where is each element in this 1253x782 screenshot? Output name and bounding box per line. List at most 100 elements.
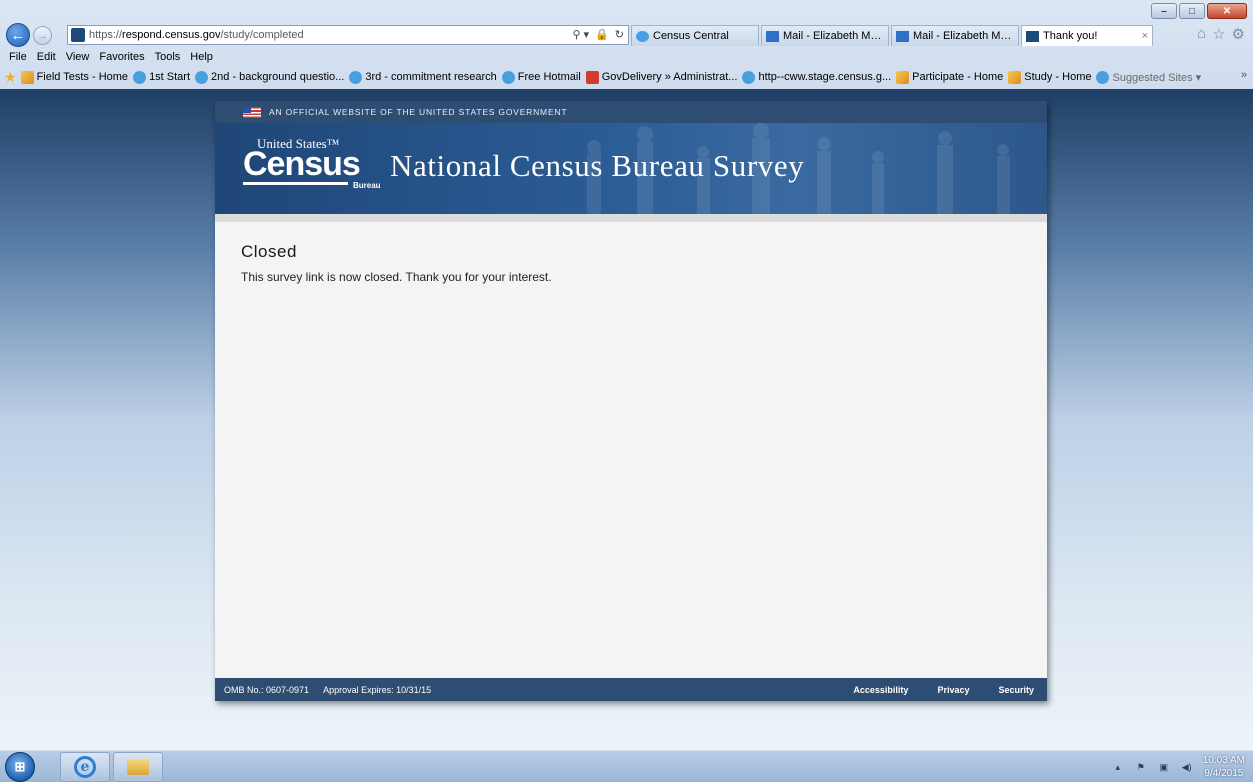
tab-thank-you[interactable]: Thank you! × — [1021, 25, 1153, 46]
ie-icon — [133, 70, 147, 84]
grid-icon — [1008, 70, 1022, 84]
footer-links: Accessibility Privacy Security — [853, 678, 1034, 701]
fav-3rd-commitment[interactable]: 3rd - commitment research — [349, 70, 497, 84]
ie-icon: e — [74, 756, 96, 778]
tab-label: Thank you! — [1043, 30, 1098, 42]
folder-icon — [127, 759, 149, 775]
favorites-star-icon[interactable]: ☆ — [1212, 25, 1225, 43]
browser-chrome: – □ ✕ ← → https://respond.census.gov/stu… — [0, 0, 1253, 89]
page-footer: OMB No.: 0607-0971 Approval Expires: 10/… — [215, 678, 1047, 701]
fav-label: Suggested Sites ▾ — [1112, 71, 1202, 84]
menu-tools[interactable]: Tools — [150, 49, 186, 65]
official-site-text: AN OFFICIAL WEBSITE OF THE UNITED STATES… — [269, 107, 568, 117]
fav-1st-start[interactable]: 1st Start — [133, 70, 191, 84]
show-hidden-icons-icon[interactable]: ▴ — [1111, 761, 1125, 773]
close-icon: ✕ — [1222, 5, 1232, 17]
network-icon[interactable]: ▣ — [1157, 761, 1171, 773]
system-tray: ▴ ⚑ ▣ ◀) 10:03 AM 9/4/2015 — [1111, 751, 1245, 782]
fav-study-home[interactable]: Study - Home — [1008, 70, 1092, 84]
mail-icon — [896, 30, 909, 42]
ie-icon — [195, 70, 209, 84]
fav-participate-home[interactable]: Participate - Home — [896, 70, 1004, 84]
fav-label: GovDelivery » Administrat... — [601, 71, 738, 83]
home-icon[interactable]: ⌂ — [1197, 25, 1206, 43]
privacy-link[interactable]: Privacy — [937, 685, 969, 695]
lock-icon[interactable]: 🔒 — [595, 28, 609, 41]
favorites-bar: ★ Field Tests - Home 1st Start 2nd - bac… — [0, 66, 1253, 88]
fav-label: 1st Start — [149, 71, 191, 83]
tab-mail-2[interactable]: Mail - Elizabeth May ... — [891, 25, 1019, 46]
menu-edit[interactable]: Edit — [32, 49, 61, 65]
tab-label: Mail - Elizabeth May ... — [913, 30, 1014, 42]
clock-date: 9/4/2015 — [1204, 768, 1244, 779]
fav-label: http--cww.stage.census.g... — [758, 71, 892, 83]
ie-icon — [636, 30, 649, 42]
maximize-button[interactable]: □ — [1179, 3, 1205, 19]
fav-label: Participate - Home — [912, 71, 1004, 83]
taskbar-file-explorer[interactable] — [113, 752, 163, 782]
accessibility-link[interactable]: Accessibility — [853, 685, 908, 695]
fav-free-hotmail[interactable]: Free Hotmail — [501, 70, 581, 84]
menu-bar: File Edit View Favorites Tools Help — [0, 49, 218, 65]
survey-title: National Census Bureau Survey — [390, 148, 805, 183]
windows-logo-icon: ⊞ — [14, 759, 26, 774]
tab-census-central[interactable]: Census Central — [631, 25, 759, 46]
page-viewport: AN OFFICIAL WEBSITE OF THE UNITED STATES… — [0, 89, 1253, 750]
volume-icon[interactable]: ◀) — [1180, 761, 1194, 773]
window-controls: – □ ✕ — [1149, 3, 1247, 19]
fav-label: Free Hotmail — [517, 71, 581, 83]
fav-2nd-background[interactable]: 2nd - background questio... — [195, 70, 344, 84]
maximize-icon: □ — [1188, 5, 1196, 17]
menu-file[interactable]: File — [4, 49, 32, 65]
url-path: /study/completed — [220, 29, 304, 41]
url-host: respond.census.gov — [122, 29, 221, 41]
back-arrow-icon: ← — [10, 26, 26, 44]
refresh-icon[interactable]: ↻ — [615, 28, 624, 41]
favorites-overflow-icon[interactable]: » — [1241, 69, 1247, 81]
settings-gear-icon[interactable]: ⚙ — [1232, 25, 1245, 43]
tab-mail-1[interactable]: Mail - Elizabeth May ... — [761, 25, 889, 46]
menu-view[interactable]: View — [61, 49, 95, 65]
survey-card: AN OFFICIAL WEBSITE OF THE UNITED STATES… — [215, 101, 1047, 701]
us-flag-icon — [243, 106, 261, 118]
system-clock[interactable]: 10:03 AM 9/4/2015 — [1203, 754, 1245, 780]
menu-favorites[interactable]: Favorites — [94, 49, 149, 65]
start-button[interactable]: ⊞ — [5, 752, 35, 782]
mail-icon — [766, 30, 779, 42]
logo-bureau: Bureau — [353, 181, 381, 190]
fav-field-tests[interactable]: Field Tests - Home — [20, 70, 129, 84]
ie-icon — [349, 70, 363, 84]
favorites-star-icon[interactable]: ★ — [4, 69, 17, 86]
fav-suggested-sites[interactable]: Suggested Sites ▾ — [1096, 70, 1202, 84]
minimize-icon: – — [1161, 5, 1167, 17]
close-window-button[interactable]: ✕ — [1207, 3, 1247, 19]
ie-icon — [1096, 70, 1110, 84]
address-tools: ⚲ ▾ 🔒 ↻ — [572, 28, 624, 41]
taskbar-internet-explorer[interactable]: e — [60, 752, 110, 782]
site-favicon-icon — [71, 28, 85, 42]
address-bar[interactable]: https://respond.census.gov/study/complet… — [67, 25, 629, 45]
minimize-button[interactable]: – — [1151, 3, 1177, 19]
back-button[interactable]: ← — [6, 23, 30, 47]
forward-button[interactable]: → — [33, 26, 52, 45]
tab-close-icon[interactable]: × — [1136, 30, 1148, 42]
omb-number: OMB No.: 0607-0971 — [224, 684, 310, 695]
fav-cww-stage[interactable]: http--cww.stage.census.g... — [742, 70, 892, 84]
approval-expiry: Approval Expires: 10/31/15 — [323, 684, 432, 695]
logo-underline — [243, 182, 348, 185]
fav-label: Study - Home — [1024, 71, 1092, 83]
census-icon — [1026, 30, 1039, 42]
tab-label: Mail - Elizabeth May ... — [783, 30, 884, 42]
main-content: Closed This survey link is now closed. T… — [215, 222, 1047, 284]
fav-label: Field Tests - Home — [36, 71, 129, 83]
header-divider — [215, 214, 1047, 222]
url-text: https://respond.census.gov/study/complet… — [89, 29, 304, 41]
fav-govdelivery[interactable]: GovDelivery » Administrat... — [585, 70, 738, 84]
menu-help[interactable]: Help — [185, 49, 218, 65]
browser-toolbar-icons: ⌂ ☆ ⚙ — [1197, 25, 1245, 43]
security-link[interactable]: Security — [998, 685, 1034, 695]
search-dropdown-icon[interactable]: ⚲ ▾ — [572, 28, 589, 41]
logo-census: Census — [243, 145, 361, 183]
action-center-flag-icon[interactable]: ⚑ — [1134, 761, 1148, 773]
official-gov-banner: AN OFFICIAL WEBSITE OF THE UNITED STATES… — [215, 101, 1047, 123]
